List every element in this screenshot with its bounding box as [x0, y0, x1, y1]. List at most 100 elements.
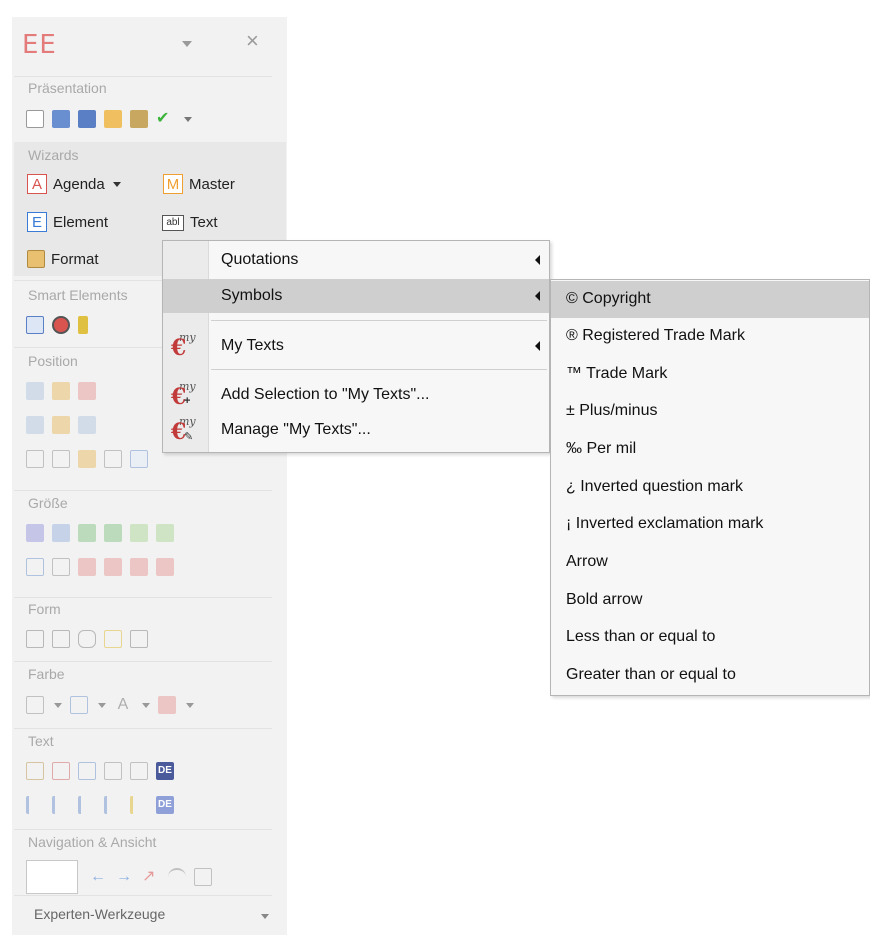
language-de-badge[interactable]: DE	[156, 762, 174, 780]
fill-color-icon[interactable]	[26, 696, 44, 714]
align-center-icon[interactable]	[52, 382, 70, 400]
menu-item-my-texts[interactable]: my € My Texts	[163, 329, 549, 363]
matrix-icon[interactable]	[130, 450, 148, 468]
master-icon: M	[163, 174, 183, 194]
symbol-item-less-or-equal[interactable]: Less than or equal to	[551, 619, 869, 656]
font-color-icon[interactable]: A	[114, 696, 132, 714]
symbol-item-trademark[interactable]: ™ Trade Mark	[551, 356, 869, 393]
same-height-icon[interactable]	[52, 524, 70, 542]
expert-tools-section-divider	[14, 895, 272, 896]
text-rows-icon[interactable]	[130, 762, 148, 780]
menu-item-manage-my-texts[interactable]: my € ✎ Manage "My Texts"...	[163, 413, 549, 447]
language-de-badge-2[interactable]: DE	[156, 796, 174, 814]
presentation-toolbar: ✔	[26, 110, 192, 128]
size-bottom-icon[interactable]	[156, 524, 174, 542]
size-left-icon[interactable]	[78, 524, 96, 542]
panel-close-icon[interactable]: ×	[246, 30, 259, 52]
symbol-item-arrow[interactable]: Arrow	[551, 544, 869, 581]
rounded-shape-icon[interactable]	[78, 630, 96, 648]
view-icon[interactable]	[168, 868, 186, 886]
panel-title: EE	[22, 30, 57, 60]
numbered-list-icon[interactable]	[52, 796, 70, 814]
menu-item-quotations[interactable]: Quotations	[163, 243, 549, 277]
symbol-item-inverted-exclamation[interactable]: ¡ Inverted exclamation mark	[551, 506, 869, 543]
bullet-list-icon[interactable]	[26, 796, 44, 814]
text-box-icon[interactable]	[26, 762, 44, 780]
master-label: Master	[189, 175, 235, 193]
eyedropper-icon[interactable]	[158, 696, 176, 714]
agenda-wizard-button[interactable]: A Agenda	[27, 174, 121, 194]
panel-options-dropdown-icon[interactable]	[182, 41, 192, 47]
stretch-left-icon[interactable]	[78, 558, 96, 576]
fit-text-icon[interactable]	[52, 558, 70, 576]
align-top-icon[interactable]	[26, 416, 44, 434]
expert-tools-dropdown[interactable]: Experten-Werkzeuge	[34, 906, 165, 922]
size-toolbar-1	[26, 524, 174, 542]
text-autofit-icon[interactable]	[78, 762, 96, 780]
size-top-icon[interactable]	[130, 524, 148, 542]
symbol-item-plus-minus[interactable]: ± Plus/minus	[551, 393, 869, 430]
pie-chart-icon[interactable]	[52, 316, 70, 334]
arrow-shape-icon[interactable]	[52, 630, 70, 648]
menu-item-symbols[interactable]: Symbols	[163, 279, 549, 313]
line-color-icon[interactable]	[70, 696, 88, 714]
agenda-dropdown-icon[interactable]	[112, 181, 121, 187]
master-wizard-button[interactable]: M Master	[163, 174, 235, 194]
text-columns-icon[interactable]	[104, 762, 122, 780]
edit-presentation-icon[interactable]	[52, 110, 70, 128]
list-highlight-icon[interactable]	[130, 796, 148, 814]
email-icon[interactable]	[104, 110, 122, 128]
text-margins-icon[interactable]	[52, 762, 70, 780]
fit-icon[interactable]	[26, 558, 44, 576]
adjust-shape-icon[interactable]	[130, 630, 148, 648]
fill-color-dropdown-icon[interactable]	[54, 702, 62, 708]
text-wizard-button[interactable]: abl Text	[162, 214, 218, 231]
symbol-item-bold-arrow[interactable]: Bold arrow	[551, 582, 869, 619]
smart-elements-toolbar	[26, 316, 88, 334]
grid-icon[interactable]	[104, 450, 122, 468]
chevron-shape-icon[interactable]	[26, 630, 44, 648]
indent-increase-icon[interactable]	[104, 796, 122, 814]
symbol-item-per-mil[interactable]: ‰ Per mil	[551, 431, 869, 468]
align-middle-icon[interactable]	[52, 416, 70, 434]
indent-decrease-icon[interactable]	[78, 796, 96, 814]
check-icon[interactable]: ✔	[156, 110, 174, 128]
symbol-item-greater-or-equal[interactable]: Greater than or equal to	[551, 657, 869, 694]
font-color-dropdown-icon[interactable]	[142, 702, 150, 708]
line-color-dropdown-icon[interactable]	[98, 702, 106, 708]
stretch-top-icon[interactable]	[130, 558, 148, 576]
eyedropper-dropdown-icon[interactable]	[186, 702, 194, 708]
size-right-icon[interactable]	[104, 524, 122, 542]
same-width-icon[interactable]	[26, 524, 44, 542]
save-presentation-icon[interactable]	[78, 110, 96, 128]
section-label-color: Farbe	[28, 666, 65, 682]
stretch-bottom-icon[interactable]	[156, 558, 174, 576]
menu-separator	[211, 320, 547, 321]
section-label-form: Form	[28, 601, 61, 617]
align-left-icon[interactable]	[26, 382, 44, 400]
hide-icon[interactable]: ↗	[142, 868, 160, 886]
arrow-right-icon[interactable]: →	[116, 868, 134, 886]
traffic-light-icon[interactable]	[78, 316, 88, 334]
align-bottom-icon[interactable]	[78, 416, 96, 434]
more-dropdown-icon[interactable]	[184, 116, 192, 122]
stretch-right-icon[interactable]	[104, 558, 122, 576]
symbol-item-inverted-question[interactable]: ¿ Inverted question mark	[551, 469, 869, 506]
table-icon[interactable]	[26, 316, 44, 334]
arrow-left-icon[interactable]: ←	[90, 868, 108, 886]
format-wizard-button[interactable]: Format	[27, 250, 99, 268]
symbol-item-registered[interactable]: ® Registered Trade Mark	[551, 318, 869, 355]
flash-shape-icon[interactable]	[104, 630, 122, 648]
distribute-horizontal-icon[interactable]	[26, 450, 44, 468]
swap-icon[interactable]	[78, 450, 96, 468]
new-presentation-icon[interactable]	[26, 110, 44, 128]
align-right-icon[interactable]	[78, 382, 96, 400]
symbol-item-copyright[interactable]: © Copyright	[551, 281, 869, 318]
edit-view-icon[interactable]	[194, 868, 212, 886]
expert-tools-chevron-down-icon[interactable]	[261, 914, 269, 919]
distribute-vertical-icon[interactable]	[52, 450, 70, 468]
email-list-icon[interactable]	[130, 110, 148, 128]
element-wizard-button[interactable]: E Element	[27, 212, 108, 232]
navigation-input[interactable]	[26, 860, 78, 894]
menu-item-add-selection[interactable]: my € + Add Selection to "My Texts"...	[163, 378, 549, 412]
